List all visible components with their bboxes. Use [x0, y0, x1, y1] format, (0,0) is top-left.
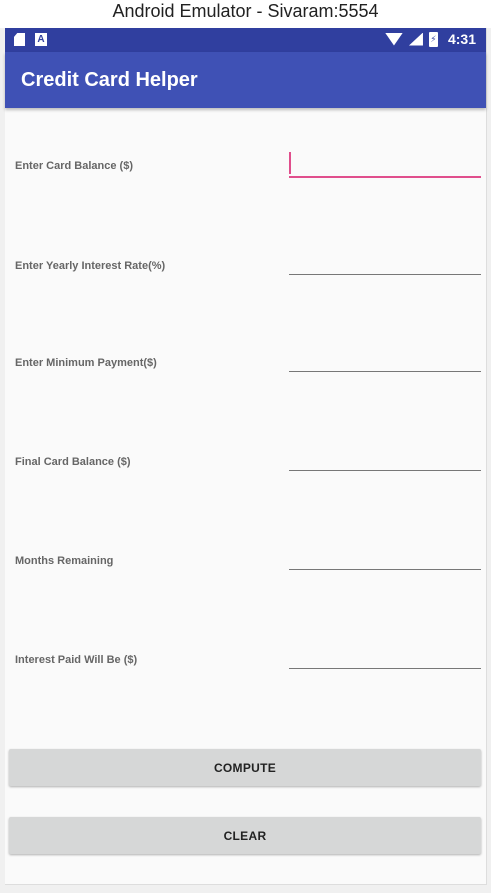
- emulator-window-title: Android Emulator - Sivaram:5554: [0, 0, 491, 28]
- interest-rate-label: Enter Yearly Interest Rate(%): [15, 260, 166, 272]
- minimum-payment-row: Enter Minimum Payment($): [5, 343, 486, 383]
- final-balance-label: Final Card Balance ($): [15, 456, 131, 468]
- a-notification-icon: A: [35, 33, 47, 46]
- months-remaining-label: Months Remaining: [15, 555, 114, 567]
- interest-paid-label: Interest Paid Will Be ($): [15, 654, 138, 666]
- card-balance-label: Enter Card Balance ($): [15, 160, 133, 172]
- final-balance-output[interactable]: [289, 442, 481, 471]
- card-balance-input[interactable]: [289, 148, 481, 178]
- wifi-icon: [384, 32, 403, 46]
- interest-rate-input[interactable]: [289, 246, 481, 275]
- status-clock: 4:31: [447, 31, 476, 47]
- battery-icon: ⚡: [428, 31, 438, 47]
- interest-rate-row: Enter Yearly Interest Rate(%): [5, 246, 486, 286]
- final-balance-row: Final Card Balance ($): [5, 442, 486, 482]
- sd-card-icon: [14, 33, 25, 46]
- compute-button[interactable]: COMPUTE: [9, 749, 481, 786]
- device-screen: A ⚡ 4:31 Credit Card Helper Enter Card B…: [5, 28, 487, 885]
- interest-paid-row: Interest Paid Will Be ($): [5, 640, 486, 680]
- months-remaining-row: Months Remaining: [5, 541, 486, 581]
- text-caret: [289, 152, 291, 174]
- signal-icon: [408, 32, 423, 46]
- clear-button[interactable]: CLEAR: [9, 817, 481, 854]
- app-bar: Credit Card Helper: [5, 52, 486, 108]
- status-left-icons: A: [14, 33, 47, 46]
- app-title: Credit Card Helper: [21, 69, 198, 91]
- interest-paid-output[interactable]: [289, 640, 481, 669]
- status-right-icons: ⚡ 4:31: [384, 31, 476, 47]
- status-bar: A ⚡ 4:31: [5, 28, 486, 52]
- months-remaining-output[interactable]: [289, 541, 481, 570]
- minimum-payment-input[interactable]: [289, 343, 481, 372]
- minimum-payment-label: Enter Minimum Payment($): [15, 357, 157, 369]
- card-balance-row: Enter Card Balance ($): [5, 148, 486, 188]
